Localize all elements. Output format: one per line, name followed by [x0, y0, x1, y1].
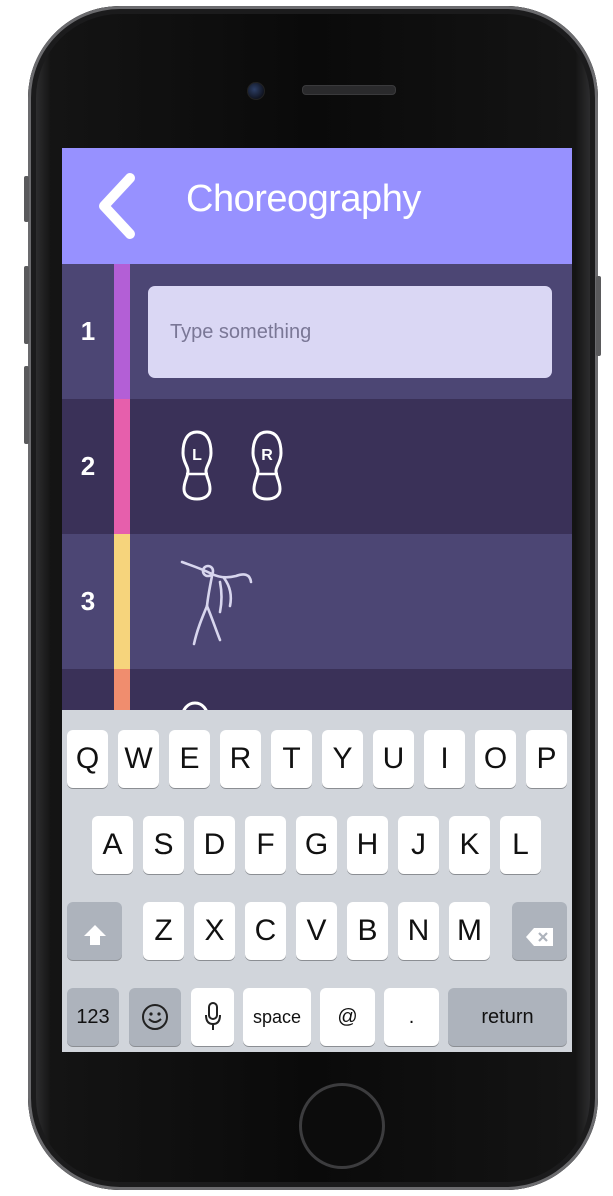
- shoe-label: L: [192, 447, 202, 464]
- list-item[interactable]: 2 L R: [62, 399, 572, 534]
- note-input[interactable]: [148, 286, 552, 378]
- row-accent-bar: [114, 534, 130, 669]
- mute-switch: [24, 176, 29, 222]
- list-item: 1: [62, 264, 572, 399]
- numbers-key[interactable]: 123: [67, 988, 119, 1046]
- microphone-icon: [204, 1002, 222, 1032]
- key-p[interactable]: P: [526, 730, 567, 788]
- volume-down-button: [24, 366, 29, 444]
- row-accent-bar: [114, 264, 130, 399]
- power-button: [596, 276, 601, 356]
- key-i[interactable]: I: [424, 730, 465, 788]
- key-s[interactable]: S: [143, 816, 184, 874]
- row-number: 3: [80, 586, 96, 616]
- navigation-bar: Choreography: [62, 148, 572, 264]
- right-shoe-icon: R: [250, 429, 284, 501]
- row-accent-bar: [114, 399, 130, 534]
- shoe-label: R: [261, 447, 273, 464]
- key-e[interactable]: E: [169, 730, 210, 788]
- app-screen: Choreography 1 2 L R: [62, 148, 572, 1052]
- key-h[interactable]: H: [347, 816, 388, 874]
- delete-key[interactable]: [512, 902, 567, 960]
- at-key[interactable]: @: [320, 988, 375, 1046]
- row-number: 2: [80, 451, 96, 481]
- key-b[interactable]: B: [347, 902, 388, 960]
- key-g[interactable]: G: [296, 816, 337, 874]
- key-l[interactable]: L: [500, 816, 541, 874]
- key-q[interactable]: Q: [67, 730, 108, 788]
- backspace-icon: [525, 921, 555, 946]
- key-f[interactable]: F: [245, 816, 286, 874]
- key-y[interactable]: Y: [322, 730, 363, 788]
- key-k[interactable]: K: [449, 816, 490, 874]
- row-content: L R: [130, 399, 572, 534]
- key-j[interactable]: J: [398, 816, 439, 874]
- left-shoe-icon: L: [180, 429, 214, 501]
- emoji-key[interactable]: [129, 988, 181, 1046]
- row-content: [130, 264, 572, 399]
- key-c[interactable]: C: [245, 902, 286, 960]
- chevron-left-icon[interactable]: [92, 170, 142, 242]
- home-button[interactable]: [299, 1083, 385, 1169]
- shift-key[interactable]: [67, 902, 122, 960]
- dancer-pose-icon: [178, 556, 258, 650]
- key-m[interactable]: M: [449, 902, 490, 960]
- row-content: [130, 534, 572, 669]
- on-screen-keyboard: Q W E R T Y U I O P A S D F G H J K L Z …: [62, 710, 572, 1052]
- list-item[interactable]: 3: [62, 534, 572, 669]
- key-w[interactable]: W: [118, 730, 159, 788]
- key-u[interactable]: U: [373, 730, 414, 788]
- key-t[interactable]: T: [271, 730, 312, 788]
- earpiece-speaker: [302, 85, 396, 95]
- emoji-smile-icon: [141, 1003, 169, 1031]
- period-key[interactable]: .: [384, 988, 439, 1046]
- volume-up-button: [24, 266, 29, 344]
- key-z[interactable]: Z: [143, 902, 184, 960]
- key-a[interactable]: A: [92, 816, 133, 874]
- front-camera: [247, 82, 265, 100]
- shift-arrow-icon: [83, 920, 107, 945]
- return-key[interactable]: return: [448, 988, 567, 1046]
- key-n[interactable]: N: [398, 902, 439, 960]
- dictation-key[interactable]: [191, 988, 234, 1046]
- key-v[interactable]: V: [296, 902, 337, 960]
- key-d[interactable]: D: [194, 816, 235, 874]
- space-key[interactable]: space: [243, 988, 311, 1046]
- row-number: 1: [80, 316, 96, 346]
- page-title: Choreography: [186, 178, 421, 220]
- key-x[interactable]: X: [194, 902, 235, 960]
- key-o[interactable]: O: [475, 730, 516, 788]
- key-r[interactable]: R: [220, 730, 261, 788]
